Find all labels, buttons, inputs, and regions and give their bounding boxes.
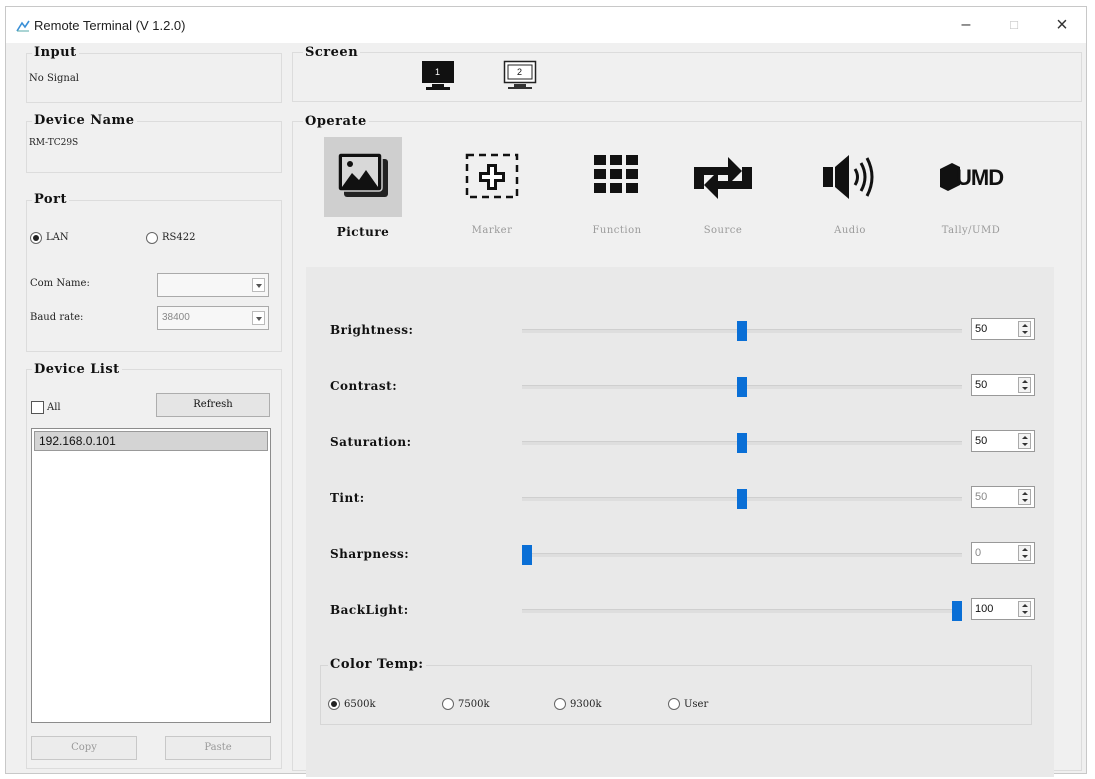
tab-tally-umd[interactable]: UMD (932, 137, 1010, 217)
tab-source[interactable] (684, 137, 762, 217)
speaker-icon (823, 155, 874, 199)
tab-tally-umd-label: Tally/UMD (941, 225, 1001, 236)
paste-button[interactable]: Paste (165, 736, 271, 760)
lan-radio[interactable] (30, 232, 42, 244)
picture-settings-panel: Brightness: 50 Contrast: 50 Saturation: 50 Tin… (306, 267, 1054, 777)
tab-picture[interactable] (324, 137, 402, 217)
tab-function-label: Function (592, 225, 642, 236)
spin-arrows-icon[interactable] (1018, 377, 1031, 393)
device-name-value: RM-TC29S (29, 138, 79, 148)
slider-thumb[interactable] (952, 601, 962, 621)
value-spinbox[interactable]: 50 (971, 430, 1035, 452)
monitor-2-label: 2 (517, 67, 523, 77)
umd-icon-text: UMD (956, 165, 1004, 190)
spin-arrows-icon[interactable] (1018, 601, 1031, 617)
device-list[interactable]: 192.168.0.101 (31, 428, 271, 723)
slider-label: Contrast: (330, 379, 398, 393)
window-title: Remote Terminal (V 1.2.0) (34, 18, 186, 33)
color-temp-6500k-label: 6500k (344, 699, 376, 710)
port-legend: Port (32, 192, 69, 207)
slider-track[interactable] (522, 609, 962, 613)
device-list-legend: Device List (32, 362, 122, 377)
spin-arrows-icon[interactable] (1018, 321, 1031, 337)
app-window: Remote Terminal (V 1.2.0) – □ × Input No… (5, 6, 1087, 777)
monitor-2-button[interactable]: 2 (502, 59, 538, 93)
com-name-label: Com Name: (30, 278, 90, 289)
color-temp-9300k-radio[interactable] (554, 698, 566, 710)
chevron-down-icon (252, 311, 265, 325)
value-spinbox[interactable]: 50 (971, 318, 1035, 340)
screen-group (292, 52, 1082, 102)
baud-rate-label: Baud rate: (30, 312, 84, 323)
tab-audio[interactable] (811, 137, 889, 217)
slider-label: BackLight: (330, 603, 409, 617)
value-spinbox[interactable]: 0 (971, 542, 1035, 564)
slider-label: Saturation: (330, 435, 412, 449)
tab-marker-label: Marker (471, 225, 513, 236)
all-checkbox[interactable] (31, 401, 44, 414)
slider-label: Sharpness: (330, 547, 410, 561)
color-temp-7500k-radio[interactable] (442, 698, 454, 710)
spinbox-value: 50 (975, 491, 988, 503)
slider-thumb[interactable] (737, 489, 747, 509)
slider-thumb[interactable] (737, 433, 747, 453)
tab-function[interactable] (578, 137, 656, 217)
slider-label: Brightness: (330, 323, 414, 337)
refresh-button[interactable]: Refresh (156, 393, 270, 417)
slider-thumb[interactable] (522, 545, 532, 565)
spinbox-value: 50 (975, 435, 988, 447)
input-signal-value: No Signal (29, 73, 79, 84)
close-button[interactable]: × (1039, 11, 1085, 39)
color-temp-group (320, 665, 1032, 725)
tab-audio-label: Audio (834, 225, 866, 236)
copy-button[interactable]: Copy (31, 736, 137, 760)
slider-thumb[interactable] (737, 377, 747, 397)
spin-arrows-icon[interactable] (1018, 433, 1031, 449)
color-temp-legend: Color Temp: (328, 657, 426, 672)
device-name-legend: Device Name (32, 113, 137, 128)
maximize-button[interactable]: □ (991, 11, 1037, 39)
slider-track[interactable] (522, 553, 962, 557)
spin-arrows-icon[interactable] (1018, 545, 1031, 561)
color-temp-6500k-radio[interactable] (328, 698, 340, 710)
screen-legend: Screen (303, 45, 361, 60)
value-spinbox[interactable]: 100 (971, 598, 1035, 620)
spin-arrows-icon[interactable] (1018, 489, 1031, 505)
input-legend: Input (32, 45, 79, 60)
rs422-label: RS422 (162, 232, 196, 243)
marker-icon (465, 153, 519, 199)
color-temp-user-radio[interactable] (668, 698, 680, 710)
chevron-down-icon (252, 278, 265, 292)
spinbox-value: 100 (975, 603, 994, 615)
tab-marker[interactable] (453, 137, 531, 217)
baud-rate-select[interactable]: 38400 (157, 306, 269, 330)
lan-label: LAN (46, 232, 69, 243)
baud-rate-value: 38400 (162, 312, 190, 323)
picture-icon (337, 152, 388, 197)
function-grid-icon (594, 155, 638, 193)
slider-thumb[interactable] (737, 321, 747, 341)
minimize-button[interactable]: – (943, 11, 989, 39)
color-temp-user-label: User (684, 699, 709, 710)
app-icon (16, 20, 30, 32)
color-temp-9300k-label: 9300k (570, 699, 602, 710)
tab-picture-label: Picture (336, 225, 390, 239)
operate-legend: Operate (303, 114, 369, 129)
spinbox-value: 50 (975, 379, 988, 391)
slider-label: Tint: (330, 491, 365, 505)
rs422-radio[interactable] (146, 232, 158, 244)
tab-source-label: Source (703, 225, 743, 236)
value-spinbox[interactable]: 50 (971, 374, 1035, 396)
spinbox-value: 50 (975, 323, 988, 335)
list-item[interactable]: 192.168.0.101 (34, 431, 268, 451)
color-temp-7500k-label: 7500k (458, 699, 490, 710)
monitor-1-label: 1 (435, 67, 441, 77)
all-label: All (47, 402, 61, 413)
com-name-select[interactable] (157, 273, 269, 297)
title-bar: Remote Terminal (V 1.2.0) – □ × (6, 7, 1086, 43)
value-spinbox[interactable]: 50 (971, 486, 1035, 508)
source-swap-icon (694, 157, 752, 199)
monitor-1-button[interactable]: 1 (420, 59, 456, 93)
spinbox-value: 0 (975, 547, 982, 559)
